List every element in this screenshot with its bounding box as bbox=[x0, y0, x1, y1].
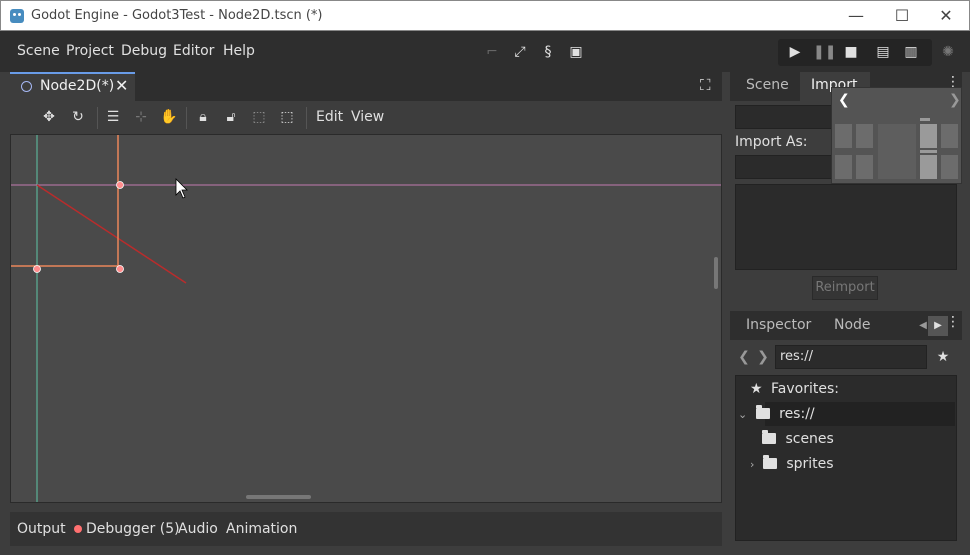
node2d-icon bbox=[21, 81, 32, 92]
handle-point bbox=[116, 181, 124, 189]
distraction-free-icon[interactable]: ⛶ bbox=[700, 76, 720, 96]
history-back-icon[interactable]: ❮ bbox=[734, 347, 754, 367]
minimize-icon[interactable]: — bbox=[833, 1, 879, 31]
import-options-area bbox=[735, 184, 957, 270]
scene-tab-node2d[interactable]: Node2D(*) ✕ bbox=[10, 72, 135, 101]
canvas-toolbar: ✥ ↻ ☰ ⊹ ✋ 🔒︎ 🔓︎ ⬚ ⬚ Edit View bbox=[10, 101, 722, 134]
dock-position-popup: ❮ ❯ bbox=[831, 87, 962, 184]
menu-help[interactable]: Help bbox=[223, 43, 255, 59]
toolbar-separator bbox=[186, 107, 187, 129]
res-root-label: res:// bbox=[779, 406, 815, 422]
scene-tab-label: Node2D(*) bbox=[40, 78, 115, 94]
res-root-row[interactable]: ⌄ res:// bbox=[738, 403, 815, 425]
bottom-panel-tabs: Output Debugger (5) Audio Animation bbox=[10, 512, 722, 546]
move-dock-left-icon[interactable]: ❮ bbox=[838, 92, 850, 108]
pan-mode-icon[interactable]: ✋ bbox=[159, 107, 179, 127]
import-as-label: Import As: bbox=[735, 134, 808, 150]
godot-logo-icon bbox=[10, 9, 24, 23]
pivot-mode-icon[interactable]: ⊹ bbox=[131, 107, 151, 127]
play-custom-scene-icon[interactable]: ▥ bbox=[901, 42, 921, 62]
handle-point bbox=[116, 265, 124, 273]
debugger-tab[interactable]: Debugger (5) bbox=[74, 521, 180, 537]
path-input[interactable]: res:// bbox=[775, 345, 927, 369]
move-mode-icon[interactable]: ✥ bbox=[39, 107, 59, 127]
toolbar-separator bbox=[97, 107, 98, 129]
menu-debug[interactable]: Debug bbox=[121, 43, 167, 59]
pause-icon[interactable]: ❚❚ bbox=[813, 42, 836, 62]
favorite-star-icon[interactable]: ★ bbox=[933, 347, 953, 367]
scene-tab-bar: Node2D(*) ✕ bbox=[10, 72, 722, 101]
debugger-tab-label: Debugger (5) bbox=[86, 521, 180, 537]
2d-workspace-icon[interactable]: ⌐ bbox=[482, 42, 502, 62]
move-dock-right-icon[interactable]: ❯ bbox=[949, 92, 961, 108]
edit-menu[interactable]: Edit bbox=[316, 109, 343, 125]
viewport-horizontal-scrollbar[interactable] bbox=[246, 495, 311, 499]
dock-slot-active[interactable] bbox=[920, 124, 937, 148]
group-icon[interactable]: ⬚ bbox=[249, 107, 269, 127]
sprites-folder-label: sprites bbox=[786, 456, 834, 472]
maximize-icon[interactable]: ☐ bbox=[879, 1, 925, 31]
script-workspace-icon[interactable]: § bbox=[538, 42, 558, 62]
canvas-viewport[interactable] bbox=[10, 134, 722, 503]
lock-icon[interactable]: 🔒︎ bbox=[193, 107, 213, 127]
play-scene-icon[interactable]: ▤ bbox=[873, 42, 893, 62]
folder-icon bbox=[762, 430, 776, 444]
history-forward-icon[interactable]: ❯ bbox=[753, 347, 773, 367]
assetlib-workspace-icon[interactable]: ▣ bbox=[566, 42, 586, 62]
viewport-canvas bbox=[11, 135, 721, 502]
star-icon: ★ bbox=[750, 381, 763, 397]
list-select-icon[interactable]: ☰ bbox=[103, 107, 123, 127]
reimport-button[interactable]: Reimport bbox=[812, 276, 878, 300]
dock-slot[interactable] bbox=[856, 124, 873, 148]
dock-slot[interactable] bbox=[856, 155, 873, 179]
menu-scene[interactable]: Scene bbox=[17, 43, 60, 59]
inspector-tab[interactable]: Inspector bbox=[746, 317, 811, 333]
dock-slot[interactable] bbox=[835, 155, 852, 179]
handle-point bbox=[33, 265, 41, 273]
3d-workspace-icon[interactable]: ⤢ bbox=[510, 42, 530, 62]
title-bar: Godot Engine - Godot3Test - Node2D.tscn … bbox=[0, 0, 970, 31]
dock-slot-active[interactable] bbox=[920, 155, 937, 179]
stop-icon[interactable]: ■ bbox=[841, 42, 861, 62]
collision-line bbox=[36, 184, 187, 284]
close-window-icon[interactable]: ✕ bbox=[923, 1, 969, 31]
favorites-row[interactable]: ★ Favorites: bbox=[750, 378, 839, 400]
folder-icon bbox=[755, 405, 770, 419]
dock-slot[interactable] bbox=[941, 155, 958, 179]
folder-icon bbox=[762, 455, 777, 469]
play-icon[interactable]: ▶ bbox=[785, 42, 805, 62]
close-tab-icon[interactable]: ✕ bbox=[115, 76, 128, 95]
sprites-folder-row[interactable]: › sprites bbox=[750, 453, 834, 475]
audio-tab[interactable]: Audio bbox=[178, 521, 218, 537]
node-tab[interactable]: Node bbox=[834, 317, 871, 333]
menu-editor[interactable]: Editor bbox=[173, 43, 214, 59]
chevron-down-icon[interactable]: ⌄ bbox=[738, 408, 747, 421]
chevron-right-icon[interactable]: › bbox=[750, 458, 754, 471]
toolbar-separator bbox=[306, 107, 307, 129]
dock-slot[interactable] bbox=[835, 124, 852, 148]
output-tab[interactable]: Output bbox=[17, 521, 66, 537]
dock-scene-tab[interactable]: Scene bbox=[746, 77, 789, 93]
menu-project[interactable]: Project bbox=[66, 43, 114, 59]
favorites-label: Favorites: bbox=[771, 381, 839, 397]
window-title: Godot Engine - Godot3Test - Node2D.tscn … bbox=[31, 8, 323, 23]
mouse-cursor-icon bbox=[175, 178, 188, 199]
debugger-error-dot bbox=[74, 525, 82, 533]
rotate-mode-icon[interactable]: ↻ bbox=[68, 107, 88, 127]
view-menu[interactable]: View bbox=[351, 109, 384, 125]
ungroup-icon[interactable]: ⬚ bbox=[277, 107, 297, 127]
dock-slot-active-tab bbox=[920, 118, 930, 121]
scenes-folder-label: scenes bbox=[785, 431, 834, 447]
viewport-vertical-scrollbar[interactable] bbox=[714, 257, 718, 289]
unlock-icon[interactable]: 🔓︎ bbox=[221, 107, 241, 127]
lower-dock-menu-icon[interactable]: ⋮ bbox=[943, 312, 963, 332]
update-spinner-icon: ✺ bbox=[942, 44, 954, 60]
dock-slot-active-tab bbox=[920, 150, 937, 153]
scenes-folder-row[interactable]: scenes bbox=[762, 428, 834, 450]
dock-slot[interactable] bbox=[941, 124, 958, 148]
dock-slot-center bbox=[878, 124, 916, 179]
animation-tab[interactable]: Animation bbox=[226, 521, 297, 537]
